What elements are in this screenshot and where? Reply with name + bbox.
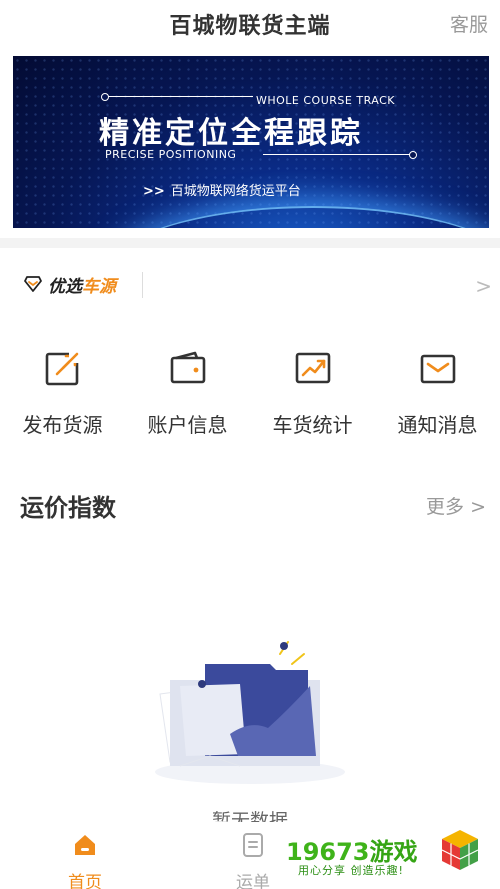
page-title: 百城物联货主端 (169, 14, 331, 39)
preferred-label: 优选车源 (48, 272, 116, 297)
watermark-slogan: 用心分享 创造乐趣! (298, 864, 404, 877)
menu-item-label: 车货统计 (272, 413, 353, 437)
menu-item-label: 账户信息 (147, 413, 228, 437)
tab-label: 运单 (236, 873, 270, 889)
banner-en-bottom: PRECISE POSITIONING (105, 148, 237, 161)
customer-service-button[interactable]: 客服 (450, 10, 488, 37)
empty-state: 暂无数据 (0, 620, 500, 832)
app-header: 百城物联货主端 客服 (0, 0, 500, 46)
freight-index-header: 运价指数 更多 > (0, 484, 500, 524)
banner-line-bottom (263, 151, 417, 159)
preferred-label-main: 优选 (48, 277, 82, 297)
chevron-right-icon[interactable]: > (475, 274, 492, 298)
quick-menu: 发布货源 账户信息 车货统计 通知消息 (0, 345, 500, 445)
banner-subtitle-text: 百城物联网络货运平台 (170, 184, 301, 199)
banner-line-top (101, 93, 253, 101)
diamond-icon (24, 276, 42, 292)
publish-icon (45, 351, 81, 386)
preferred-label-accent: 车源 (82, 277, 116, 297)
section-divider (0, 238, 500, 248)
preferred-separator (142, 272, 143, 298)
section-title: 运价指数 (20, 494, 116, 522)
menu-item-notifications[interactable]: 通知消息 (375, 345, 500, 445)
tab-home[interactable]: 首页 (50, 828, 120, 889)
tab-waybill[interactable]: 运单 (218, 828, 288, 889)
chart-icon (295, 352, 331, 384)
more-link[interactable]: 更多 > (426, 492, 486, 519)
site-watermark: 19673游戏 用心分享 创造乐趣! (286, 826, 486, 877)
mail-icon (420, 354, 456, 384)
menu-item-statistics[interactable]: 车货统计 (250, 345, 375, 445)
more-label: 更多 (426, 496, 465, 518)
banner-arrows: >> (143, 184, 165, 199)
menu-item-label: 通知消息 (397, 413, 478, 437)
banner-subtitle: >> 百城物联网络货运平台 (143, 180, 301, 199)
banner-en-top: WHOLE COURSE TRACK (256, 94, 395, 107)
menu-item-publish-cargo[interactable]: 发布货源 (0, 345, 125, 445)
wallet-icon (170, 351, 206, 384)
promo-banner[interactable]: WHOLE COURSE TRACK 精准定位全程跟踪 PRECISE POSI… (13, 56, 489, 228)
banner-headline: 精准定位全程跟踪 (99, 116, 363, 151)
home-icon (75, 835, 95, 855)
waybill-icon (243, 833, 263, 857)
menu-item-label: 发布货源 (22, 413, 103, 437)
cube-logo-icon (441, 830, 479, 870)
preferred-vehicle-row[interactable]: 优选车源 > (0, 262, 500, 308)
empty-folder-illustration (155, 641, 345, 784)
menu-item-account-info[interactable]: 账户信息 (125, 345, 250, 445)
tab-label: 首页 (68, 873, 102, 889)
chevron-right-icon: > (470, 496, 486, 518)
